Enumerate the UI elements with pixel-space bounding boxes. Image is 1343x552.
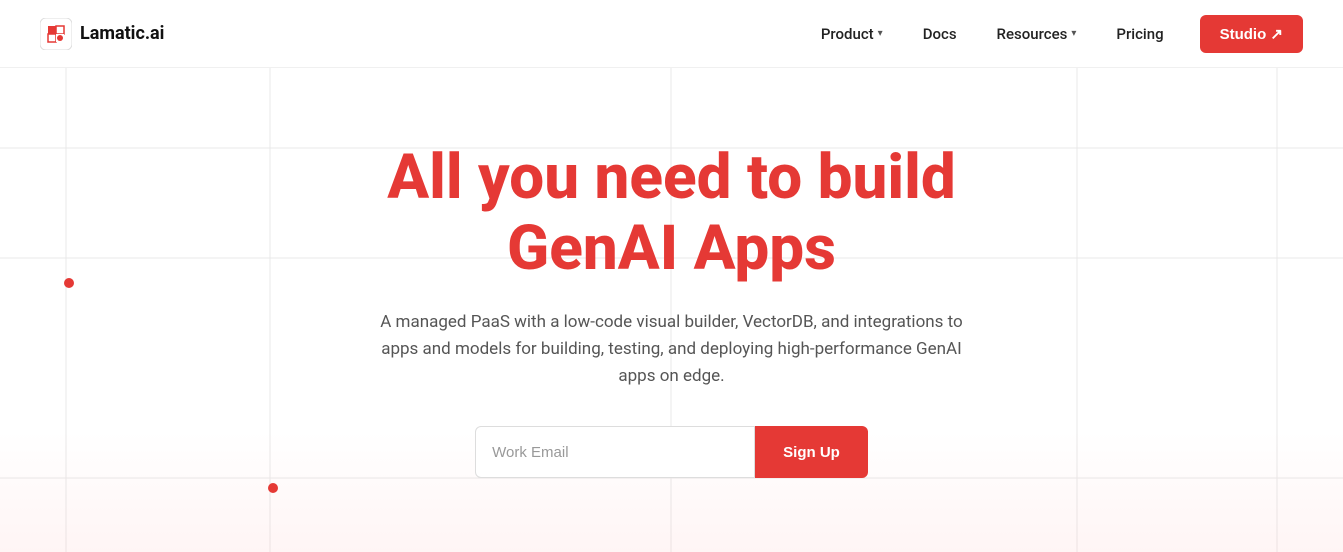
hero-cta: Sign Up: [362, 426, 982, 478]
hero-content: All you need to build GenAI Apps A manag…: [362, 142, 982, 478]
logo[interactable]: Lamatic.ai: [40, 18, 164, 50]
nav-links: Product ▾ Docs Resources ▾ Pricing Studi…: [805, 15, 1303, 53]
signup-button[interactable]: Sign Up: [755, 426, 868, 478]
email-input[interactable]: [475, 426, 755, 478]
chevron-down-icon: ▾: [878, 28, 883, 39]
hero-section: All you need to build GenAI Apps A manag…: [0, 68, 1343, 552]
red-dot-1: [64, 278, 74, 288]
navbar: Lamatic.ai Product ▾ Docs Resources ▾ Pr…: [0, 0, 1343, 68]
nav-item-docs[interactable]: Docs: [907, 17, 973, 51]
nav-item-product[interactable]: Product ▾: [805, 17, 899, 51]
hero-title: All you need to build GenAI Apps: [362, 142, 982, 285]
studio-button[interactable]: Studio ↗: [1200, 15, 1303, 53]
chevron-down-icon-2: ▾: [1071, 28, 1076, 39]
nav-item-pricing[interactable]: Pricing: [1100, 17, 1179, 51]
logo-icon: [40, 18, 72, 50]
logo-text: Lamatic.ai: [80, 23, 164, 44]
red-dot-2: [268, 483, 278, 493]
hero-subtitle: A managed PaaS with a low-code visual bu…: [362, 309, 982, 391]
nav-item-resources[interactable]: Resources ▾: [981, 17, 1093, 51]
